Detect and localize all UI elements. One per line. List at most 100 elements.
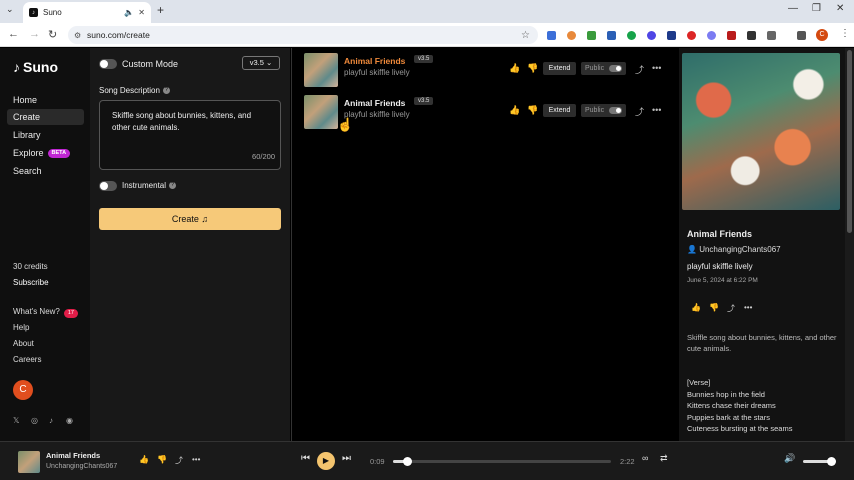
close-tab-icon[interactable]: ✕ — [138, 8, 145, 17]
tiktok-icon[interactable]: ♪ — [49, 416, 53, 425]
restore-icon[interactable]: ❐ — [812, 3, 821, 14]
progress-knob[interactable] — [402, 457, 412, 466]
public-switch[interactable] — [609, 107, 622, 114]
suno-logo[interactable]: ♪ Suno — [13, 59, 58, 75]
thumbs-up-icon[interactable]: 👍 — [509, 105, 520, 116]
media-controls-icon[interactable] — [797, 31, 806, 40]
create-button[interactable]: Create ♫ — [99, 208, 281, 230]
profile-avatar[interactable]: C — [816, 29, 828, 41]
more-options-icon[interactable]: ••• — [652, 63, 661, 73]
extension-icon[interactable] — [707, 31, 716, 40]
custom-mode-toggle[interactable] — [99, 59, 117, 69]
detail-user[interactable]: 👤 UnchangingChants067 — [687, 245, 781, 254]
tab-search-icon[interactable]: ⌄ — [6, 4, 14, 15]
sidebar-item-create[interactable]: Create — [7, 109, 84, 125]
instagram-icon[interactable]: ◎ — [31, 416, 38, 425]
new-tab-icon[interactable]: + — [157, 3, 164, 17]
sidebar-item-home[interactable]: Home — [7, 92, 84, 108]
bookmark-star-icon[interactable]: ☆ — [521, 30, 530, 41]
player-title[interactable]: Animal Friends — [46, 451, 100, 460]
song-description-input[interactable]: Skiffle song about bunnies, kittens, and… — [99, 100, 281, 170]
song-title[interactable]: Animal Friends — [344, 56, 405, 66]
public-toggle[interactable]: Public — [581, 104, 626, 117]
volume-slider[interactable] — [803, 457, 836, 466]
minimize-icon[interactable]: — — [788, 3, 798, 14]
extension-icon[interactable] — [547, 31, 556, 40]
browser-menu-icon[interactable]: ⋮ — [840, 28, 850, 39]
public-switch[interactable] — [609, 65, 622, 72]
more-options-icon[interactable]: ••• — [744, 303, 752, 312]
share-icon[interactable]: ⤴ — [175, 455, 183, 466]
suno-favicon-icon: ♪ — [29, 8, 38, 17]
extend-button[interactable]: Extend — [543, 104, 576, 117]
site-info-icon[interactable]: ⚙ — [74, 31, 81, 40]
back-icon[interactable]: ← — [8, 28, 19, 40]
thumbs-up-icon[interactable]: 👍 — [139, 455, 149, 464]
player-user[interactable]: UnchangingChants067 — [46, 463, 117, 470]
volume-knob[interactable] — [827, 457, 836, 466]
share-icon[interactable]: ⤴ — [635, 63, 644, 76]
browser-tab[interactable]: ♪ Suno 🔈 ✕ — [23, 2, 151, 23]
extension-icon[interactable] — [747, 31, 756, 40]
extension-icon[interactable] — [627, 31, 636, 40]
song-cover[interactable]: ☝ — [304, 95, 353, 132]
help-icon[interactable]: ? — [169, 182, 177, 190]
song-title[interactable]: Animal Friends — [344, 98, 405, 108]
help-link[interactable]: Help — [13, 323, 29, 332]
thumbs-down-icon[interactable]: 👎 — [709, 303, 719, 312]
extension-icon[interactable] — [587, 31, 596, 40]
whats-new-link[interactable]: What's New? 17 — [13, 307, 78, 318]
extension-icon[interactable] — [567, 31, 576, 40]
extensions-puzzle-icon[interactable] — [767, 31, 776, 40]
shuffle-icon[interactable]: ⇄ — [660, 453, 668, 464]
forward-icon[interactable]: → — [29, 28, 40, 40]
extension-icon[interactable] — [607, 31, 616, 40]
instrumental-label: Instrumental? — [122, 181, 177, 190]
user-avatar[interactable]: C — [13, 380, 33, 400]
careers-link[interactable]: Careers — [13, 355, 41, 364]
detail-scrollbar[interactable] — [845, 48, 854, 441]
thumbs-up-icon[interactable]: 👍 — [691, 303, 701, 312]
song-tags[interactable]: playful skiffle lively — [344, 68, 410, 77]
help-icon[interactable]: ? — [162, 87, 170, 95]
next-track-icon[interactable]: ⏭ — [342, 453, 351, 464]
song-tags[interactable]: playful skiffle lively — [344, 110, 410, 119]
thumbs-down-icon[interactable]: 👎 — [527, 105, 538, 116]
thumbs-up-icon[interactable]: 👍 — [509, 63, 520, 74]
reload-icon[interactable]: ↻ — [48, 28, 57, 41]
discord-icon[interactable]: ◉ — [66, 416, 73, 425]
song-cover[interactable] — [304, 53, 338, 87]
sidebar-item-explore[interactable]: Explore BETA — [7, 145, 84, 161]
close-window-icon[interactable]: ✕ — [836, 3, 844, 14]
share-icon[interactable]: ⤴ — [727, 303, 735, 314]
scrollbar-thumb[interactable] — [847, 50, 852, 233]
instrumental-toggle[interactable] — [99, 181, 117, 191]
volume-icon[interactable]: 🔊 — [784, 453, 795, 464]
thumbs-down-icon[interactable]: 👎 — [157, 455, 167, 464]
more-options-icon[interactable]: ••• — [652, 105, 661, 115]
extension-icon[interactable] — [727, 31, 736, 40]
speaker-icon[interactable]: 🔈 — [124, 8, 134, 17]
player-cover[interactable] — [18, 451, 40, 473]
x-twitter-icon[interactable]: 𝕏 — [13, 416, 19, 425]
sidebar-item-search[interactable]: Search — [7, 163, 84, 179]
song-row[interactable]: Animal Friends v3.5 playful skiffle live… — [304, 53, 674, 87]
extension-icon[interactable] — [687, 31, 696, 40]
share-icon[interactable]: ⤴ — [635, 105, 644, 118]
song-row[interactable]: ☝ Animal Friends v3.5 playful skiffle li… — [304, 95, 674, 132]
version-select[interactable]: v3.5 ⌄ — [242, 56, 280, 70]
play-button[interactable]: ▶ — [317, 452, 335, 470]
public-toggle[interactable]: Public — [581, 62, 626, 75]
subscribe-link[interactable]: Subscribe — [13, 278, 49, 287]
more-options-icon[interactable]: ••• — [192, 455, 200, 464]
extension-icon[interactable] — [647, 31, 656, 40]
thumbs-down-icon[interactable]: 👎 — [527, 63, 538, 74]
previous-track-icon[interactable]: ⏮ — [301, 453, 310, 464]
loop-icon[interactable]: ∞ — [642, 453, 648, 463]
sidebar-item-library[interactable]: Library — [7, 127, 84, 143]
extend-button[interactable]: Extend — [543, 62, 576, 75]
progress-bar[interactable] — [393, 457, 611, 466]
address-bar[interactable]: ⚙ suno.com/create ☆ — [68, 26, 538, 44]
extension-icon[interactable] — [667, 31, 676, 40]
about-link[interactable]: About — [13, 339, 34, 348]
